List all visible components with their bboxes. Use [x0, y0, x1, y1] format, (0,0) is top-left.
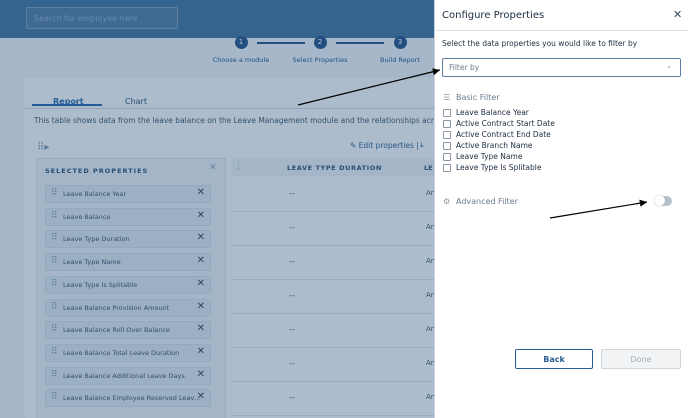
checkbox-label: Leave Type Is Splitable — [456, 163, 542, 172]
advanced-filter-toggle[interactable] — [654, 195, 672, 206]
checkbox[interactable] — [443, 109, 451, 117]
checkbox[interactable] — [443, 131, 451, 139]
filter-by-select[interactable]: Filter by ⌄ — [442, 58, 681, 77]
checkbox-label: Leave Balance Year — [456, 108, 529, 117]
close-icon[interactable]: ✕ — [673, 8, 682, 21]
checkbox[interactable] — [443, 120, 451, 128]
chevron-down-icon: ⌄ — [666, 62, 672, 70]
modal-overlay[interactable] — [0, 0, 434, 418]
sliders-icon: ☰ — [443, 93, 451, 102]
advanced-filter-heading: ⚙ Advanced Filter — [443, 197, 518, 206]
back-button[interactable]: Back — [515, 349, 593, 369]
basic-filter-label: Basic Filter — [456, 93, 500, 102]
gear-icon: ⚙ — [443, 197, 451, 206]
checkbox-label: Active Contract Start Date — [456, 119, 555, 128]
checkbox[interactable] — [443, 164, 451, 172]
checkbox[interactable] — [443, 142, 451, 150]
modal-subtitle: Select the data properties you would lik… — [442, 39, 638, 48]
filter-by-placeholder: Filter by — [449, 63, 480, 72]
checkbox[interactable] — [443, 153, 451, 161]
checkbox-label: Active Branch Name — [456, 141, 533, 150]
configure-properties-modal: Configure Properties ✕ Select the data p… — [434, 0, 688, 418]
modal-title: Configure Properties — [442, 10, 545, 21]
checkbox-label: Active Contract End Date — [456, 130, 551, 139]
checkbox-label: Leave Type Name — [456, 152, 523, 161]
advanced-filter-label: Advanced Filter — [456, 197, 518, 206]
toggle-knob — [654, 195, 665, 206]
modal-divider — [435, 30, 688, 31]
basic-filter-heading: ☰ Basic Filter — [443, 93, 500, 102]
done-button[interactable]: Done — [601, 349, 681, 369]
